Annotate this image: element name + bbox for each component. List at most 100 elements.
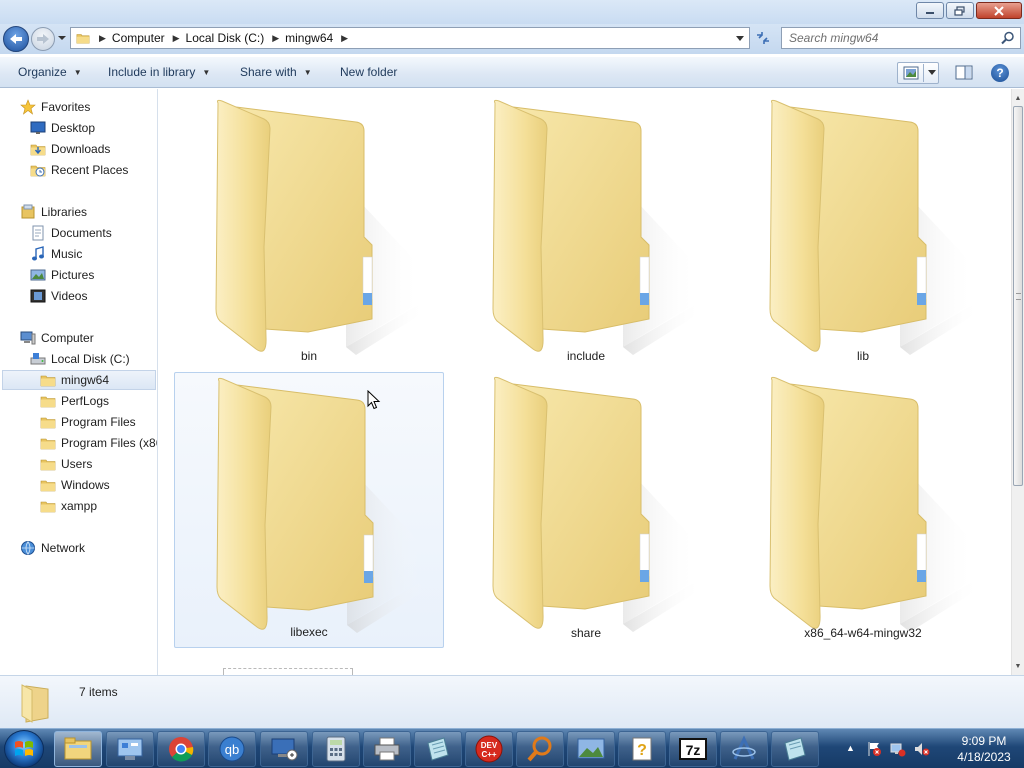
nav-folder-users[interactable]: Users (40, 454, 92, 474)
nav-pictures[interactable]: Pictures (30, 265, 94, 285)
taskbar-chrome[interactable] (157, 731, 205, 767)
svg-text:C++: C++ (481, 750, 496, 759)
nav-libraries[interactable]: Libraries (20, 202, 87, 222)
back-button[interactable] (3, 26, 29, 52)
taskbar-calculator[interactable] (312, 731, 360, 767)
folder-icon (40, 477, 56, 493)
breadcrumb-computer[interactable]: Computer (112, 31, 165, 45)
include-in-library-button[interactable]: Include in library ▼ (108, 65, 210, 79)
nav-folder-program-files-x86[interactable]: Program Files (x86 (40, 433, 157, 453)
recent-places-icon (30, 162, 46, 177)
breadcrumb-separator-icon[interactable]: ▶ (99, 33, 106, 44)
help-button[interactable]: ? (991, 64, 1009, 82)
organize-label: Organize (18, 65, 67, 79)
nav-music[interactable]: Music (30, 244, 82, 264)
nav-folder-windows-label: Windows (61, 478, 110, 492)
minimize-button[interactable] (916, 2, 944, 19)
new-folder-button[interactable]: New folder (340, 65, 397, 79)
vertical-scrollbar[interactable]: ▲ ▼ (1011, 89, 1024, 675)
taskbar-printer[interactable] (363, 731, 411, 767)
folder-item[interactable]: libexec (174, 372, 444, 648)
scroll-up-icon[interactable]: ▲ (1012, 91, 1024, 105)
taskbar-search-app[interactable] (516, 731, 564, 767)
downloads-folder-icon (30, 141, 46, 157)
volume-muted-icon[interactable] (914, 741, 930, 757)
search-icon[interactable] (1000, 30, 1016, 46)
preview-pane-button[interactable] (955, 65, 973, 81)
chevron-down-icon (58, 36, 66, 40)
breadcrumb-separator-icon[interactable]: ▶ (341, 33, 348, 44)
organize-button[interactable]: Organize ▼ (18, 65, 82, 79)
folder-item[interactable]: x86_64-w64-mingw32 (728, 372, 998, 648)
folder-item[interactable]: bin (174, 95, 444, 371)
clock-date[interactable]: 4/18/2023 (954, 750, 1014, 764)
nav-downloads-label: Downloads (51, 142, 111, 156)
recent-pages-dropdown[interactable] (57, 32, 67, 44)
folder-item[interactable]: lib (728, 95, 998, 371)
folder-icon (473, 374, 703, 636)
nav-folder-mingw64[interactable]: mingw64 (2, 370, 156, 390)
address-dropdown-icon[interactable] (735, 35, 745, 43)
flag-icon[interactable] (866, 741, 882, 757)
nav-network[interactable]: Network (20, 538, 85, 558)
taskbar-qbittorrent[interactable]: qb (208, 731, 256, 767)
chevron-down-icon: ▼ (73, 67, 82, 77)
libraries-icon (21, 204, 35, 219)
taskbar-photo-viewer[interactable] (567, 731, 615, 767)
nav-computer[interactable]: Computer (20, 328, 94, 348)
view-separator (923, 64, 924, 82)
details-pane: 7 items (0, 675, 1024, 728)
search-box[interactable] (781, 27, 1021, 49)
dev-cpp-icon: DEVC++ (475, 735, 503, 763)
nav-documents[interactable]: Documents (30, 223, 112, 243)
close-button[interactable] (976, 2, 1022, 19)
start-button[interactable] (4, 730, 44, 768)
share-with-button[interactable]: Share with ▼ (240, 65, 312, 79)
scroll-down-icon[interactable]: ▼ (1012, 659, 1024, 673)
scrollbar-thumb[interactable] (1013, 106, 1023, 486)
taskbar-7zip[interactable]: 7z (669, 731, 717, 767)
breadcrumb-local-disk[interactable]: Local Disk (C:) (186, 31, 265, 45)
svg-text:?: ? (637, 742, 647, 759)
chevron-down-icon[interactable] (928, 70, 936, 76)
nav-local-disk[interactable]: Local Disk (C:) (30, 349, 130, 369)
maximize-button[interactable] (946, 2, 974, 19)
taskbar-dev-cpp[interactable]: DEV C++ (465, 731, 513, 767)
folder-item[interactable]: include (451, 95, 721, 371)
new-folder-label: New folder (340, 65, 398, 79)
show-hidden-icons-icon[interactable]: ▲ (846, 743, 855, 753)
nav-favorites[interactable]: Favorites (20, 97, 90, 117)
breadcrumb-mingw64[interactable]: mingw64 (285, 31, 333, 45)
nav-downloads[interactable]: Downloads (30, 139, 110, 159)
forward-button[interactable] (31, 27, 55, 51)
nav-folder-windows[interactable]: Windows (40, 475, 110, 495)
nav-folder-perflogs[interactable]: PerfLogs (40, 391, 109, 411)
taskbar-help[interactable]: ? (618, 731, 666, 767)
nav-folder-program-files[interactable]: Program Files (40, 412, 136, 432)
clock-time[interactable]: 9:09 PM (954, 734, 1014, 748)
nav-folder-perflogs-label: PerfLogs (61, 394, 110, 408)
folder-icon (750, 97, 980, 359)
breadcrumb-separator-icon[interactable]: ▶ (173, 33, 180, 44)
folder-item[interactable]: share (451, 372, 721, 648)
nav-videos[interactable]: Videos (30, 286, 87, 306)
taskbar-explorer[interactable] (54, 731, 102, 767)
change-view-button[interactable] (897, 62, 939, 84)
file-list: bin include lib libexec share x86_64-w64… (159, 89, 1011, 675)
nav-recent-places[interactable]: Recent Places (30, 160, 128, 180)
taskbar-remote-desktop[interactable] (260, 731, 308, 767)
address-bar[interactable]: ▶ Computer ▶ Local Disk (C:) ▶ mingw64 ▶ (70, 27, 750, 49)
nav-folder-xampp[interactable]: xampp (40, 496, 97, 516)
taskbar-app-a[interactable] (720, 731, 768, 767)
partial-item-top[interactable] (223, 668, 353, 675)
refresh-button[interactable] (752, 28, 774, 48)
taskbar-control-panel[interactable] (106, 731, 154, 767)
taskbar-notepad-2[interactable] (771, 731, 819, 767)
include-in-library-label: Include in library (108, 65, 196, 79)
taskbar-notepad[interactable] (414, 731, 462, 767)
search-input[interactable] (789, 29, 1000, 47)
nav-desktop[interactable]: Desktop (30, 118, 95, 138)
explorer-icon (64, 737, 92, 760)
breadcrumb-separator-icon[interactable]: ▶ (272, 33, 279, 44)
network-status-icon[interactable] (890, 741, 906, 757)
